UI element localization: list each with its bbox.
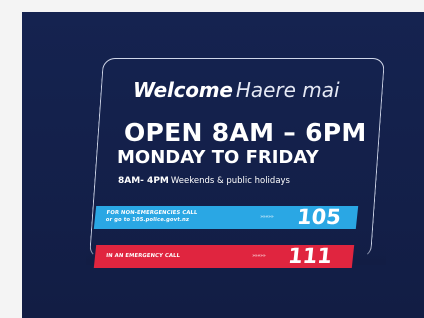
opening-hours: OPEN 8AM – 6PM bbox=[124, 118, 367, 147]
chevron-arrows-icon: »»»»» bbox=[259, 214, 274, 220]
emergency-label: IN AN EMERGENCY CALL bbox=[105, 253, 181, 259]
welcome-text: Welcome bbox=[133, 78, 233, 102]
non-emergency-label: FOR NON-EMERGENCIES CALL or go to 105.po… bbox=[105, 210, 197, 224]
weekend-time: 8AM- 4PM bbox=[118, 176, 169, 186]
non-emergency-number: 105 bbox=[295, 205, 343, 229]
emergency-bar: IN AN EMERGENCY CALL »»»»» 111 bbox=[93, 244, 355, 268]
opening-days: MONDAY TO FRIDAY bbox=[117, 147, 319, 168]
non-emergency-bar: FOR NON-EMERGENCIES CALL or go to 105.po… bbox=[93, 205, 359, 229]
welcome-maori-text: Haere mai bbox=[235, 78, 340, 102]
chevron-arrows-icon: »»»»» bbox=[251, 253, 266, 259]
non-emergency-label-line2: or go to 105.police.govt.nz bbox=[105, 216, 190, 223]
welcome-heading: Welcome Haere mai bbox=[133, 80, 340, 100]
weekend-days: Weekends & public holidays bbox=[170, 176, 290, 186]
emergency-number: 111 bbox=[286, 244, 334, 268]
non-emergency-label-line1: FOR NON-EMERGENCIES CALL bbox=[106, 210, 198, 216]
weekend-hours: 8AM- 4PM Weekends & public holidays bbox=[118, 177, 290, 186]
